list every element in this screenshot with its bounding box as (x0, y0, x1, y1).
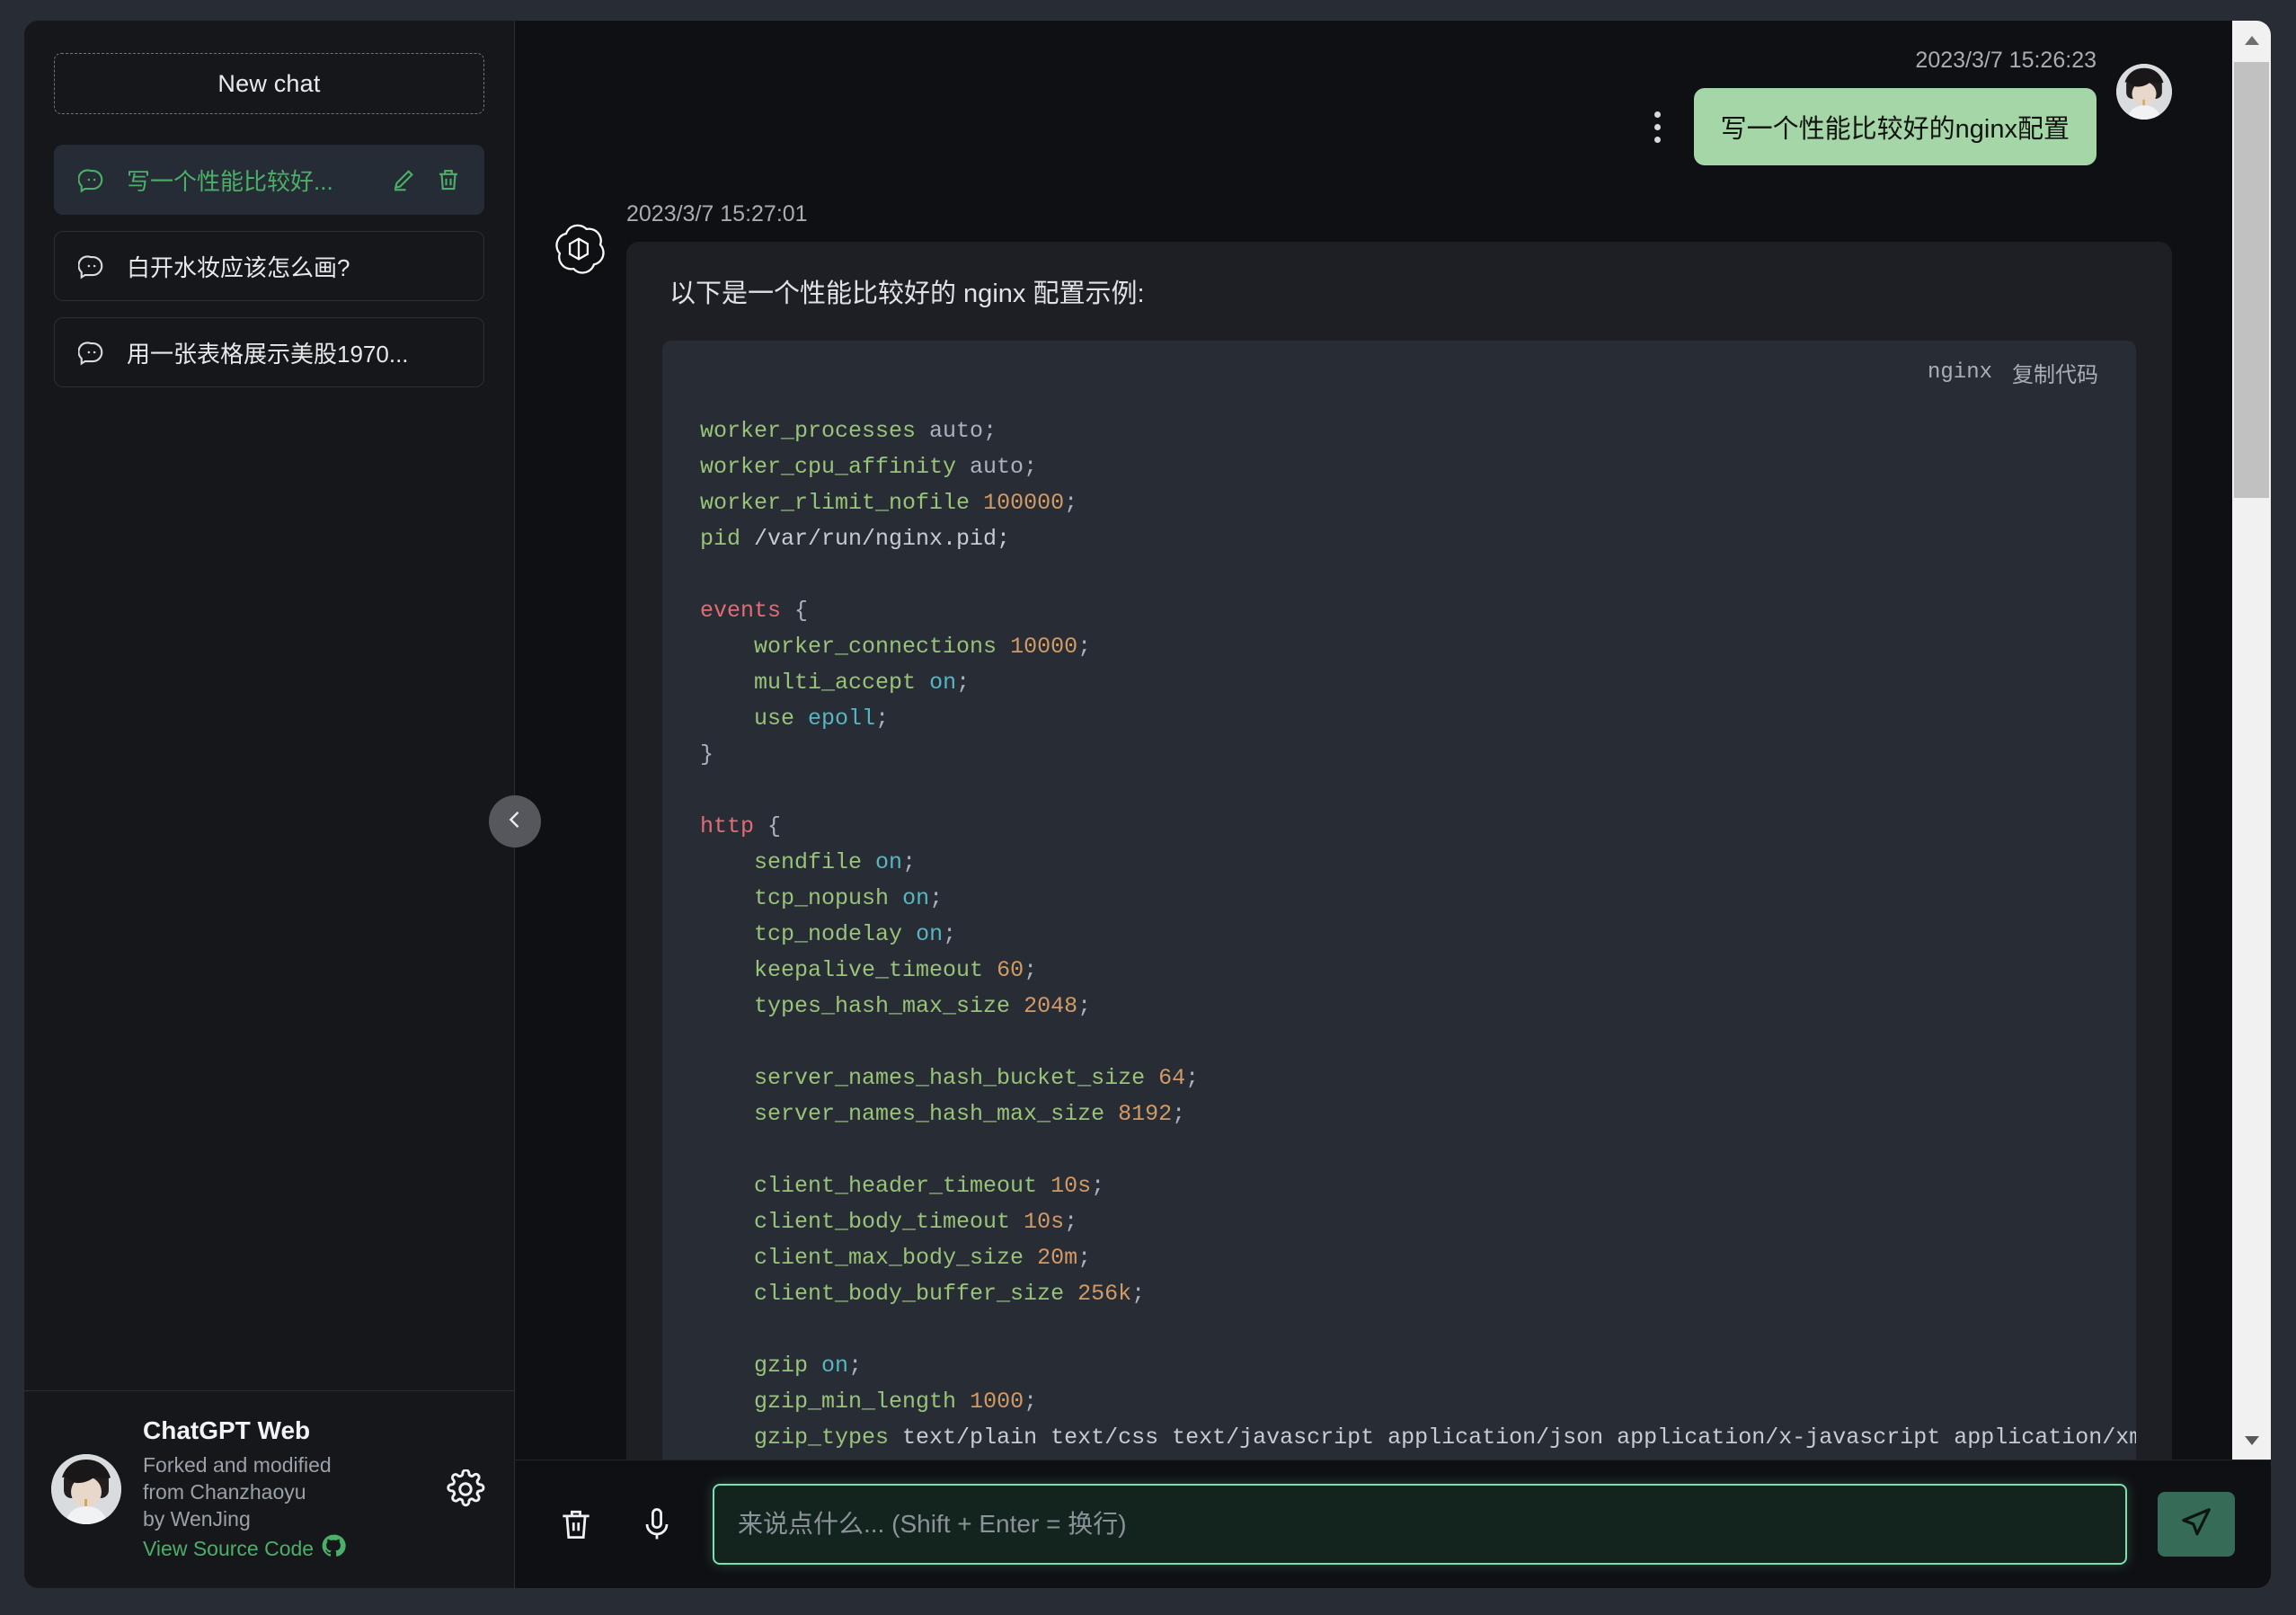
assistant-timestamp: 2023/3/7 15:27:01 (626, 201, 2172, 227)
code-line: worker_connections 10000; (700, 629, 2098, 665)
view-source-link[interactable]: View Source Code (143, 1533, 346, 1565)
app-title: ChatGPT Web (143, 1415, 422, 1448)
code-block-header: nginx 复制代码 (662, 341, 2136, 397)
trash-icon[interactable] (435, 166, 462, 193)
conversation-title: 白开水妆应该怎么画? (127, 250, 462, 283)
user-message-body: 写一个性能比较好的nginx配置 (1642, 88, 2097, 165)
github-icon (321, 1533, 346, 1565)
edit-pencil-icon[interactable] (390, 166, 417, 193)
chat-bubble-icon (76, 337, 107, 368)
code-line: client_header_timeout 10s; (700, 1168, 2098, 1204)
code-line: pid /var/run/nginx.pid; (700, 521, 2098, 557)
chat-scrollbar[interactable] (2232, 21, 2271, 1460)
code-line: sendfile on; (700, 845, 2098, 881)
scrollbar-thumb[interactable] (2234, 62, 2269, 498)
triangle-up-icon[interactable] (2232, 21, 2271, 59)
code-line (700, 1132, 2098, 1168)
conversation-item-0[interactable]: 写一个性能比较好... (54, 145, 484, 215)
conversation-item-2[interactable]: 用一张表格展示美股1970... (54, 317, 484, 387)
code-line: gzip_min_length 1000; (700, 1384, 2098, 1420)
code-line: multi_accept on; (700, 665, 2098, 701)
code-line: server_names_hash_bucket_size 64; (700, 1060, 2098, 1096)
user-timestamp: 2023/3/7 15:26:23 (1915, 48, 2097, 74)
sidebar-collapse-button[interactable] (489, 795, 541, 847)
code-line: tcp_nopush on; (700, 881, 2098, 917)
code-line (700, 1312, 2098, 1348)
user-message: 2023/3/7 15:26:23 写一个性能比较好的nginx配置 (551, 48, 2172, 165)
code-line: use epoll; (700, 701, 2098, 737)
code-line: tcp_nodelay on; (700, 917, 2098, 953)
code-line: worker_rlimit_nofile 100000; (700, 485, 2098, 521)
sidebar: New chat 写一个性能比较好... (24, 21, 515, 1588)
footer-line-2: from Chanzhaoyu (143, 1478, 422, 1505)
conversation-list: 写一个性能比较好... (54, 145, 484, 387)
code-block: nginx 复制代码 worker_processes auto;worker_… (662, 341, 2136, 1460)
gear-icon[interactable] (444, 1468, 487, 1511)
chat-bubble-icon (76, 251, 107, 281)
code-line: client_body_timeout 10s; (700, 1204, 2098, 1240)
sidebar-top: New chat 写一个性能比较好... (24, 21, 514, 1390)
chat-input-wrapper (713, 1484, 2127, 1565)
app-window: New chat 写一个性能比较好... (24, 21, 2271, 1588)
code-line: keepalive_timeout 60; (700, 953, 2098, 989)
code-line (700, 557, 2098, 593)
code-line: worker_cpu_affinity auto; (700, 449, 2098, 485)
footer-line-3: by WenJing (143, 1505, 422, 1532)
user-message-column: 2023/3/7 15:26:23 写一个性能比较好的nginx配置 (1642, 48, 2097, 165)
code-line: server_names_hash_max_size 8192; (700, 1096, 2098, 1132)
assistant-paragraph: 以下是一个性能比较好的 nginx 配置示例: (626, 272, 2172, 341)
code-line: types_hash_max_size 2048; (700, 989, 2098, 1025)
user-message-bubble: 写一个性能比较好的nginx配置 (1694, 88, 2097, 165)
chat-messages: 2023/3/7 15:26:23 写一个性能比较好的nginx配置 (515, 21, 2271, 1460)
assistant-message: 2023/3/7 15:27:01 以下是一个性能比较好的 nginx 配置示例… (551, 201, 2172, 1460)
code-line: gzip_types text/plain text/css text/java… (700, 1420, 2098, 1456)
avatar (51, 1454, 121, 1524)
main-panel: 2023/3/7 15:26:23 写一个性能比较好的nginx配置 (515, 21, 2271, 1588)
code-line: worker_processes auto; (700, 413, 2098, 449)
copy-code-button[interactable]: 复制代码 (2012, 357, 2098, 388)
code-line (700, 1025, 2098, 1060)
code-line: client_max_body_size 20m; (700, 1240, 2098, 1276)
triangle-down-icon[interactable] (2232, 1421, 2271, 1460)
conversation-item-1[interactable]: 白开水妆应该怎么画? (54, 231, 484, 301)
new-chat-label: New chat (217, 70, 320, 98)
microphone-icon[interactable] (632, 1499, 682, 1549)
conversation-title: 用一张表格展示美股1970... (127, 336, 462, 369)
code-language-label: nginx (1928, 360, 1992, 385)
assistant-column: 2023/3/7 15:27:01 以下是一个性能比较好的 nginx 配置示例… (626, 201, 2172, 1460)
conversation-title: 写一个性能比较好... (127, 164, 370, 197)
avatar (2116, 64, 2172, 120)
code-content: worker_processes auto;worker_cpu_affinit… (662, 397, 2136, 1460)
more-vertical-icon[interactable] (1642, 111, 1674, 143)
send-button[interactable] (2158, 1492, 2235, 1557)
view-source-label: View Source Code (143, 1535, 314, 1562)
code-line: } (700, 737, 2098, 773)
code-line (700, 773, 2098, 809)
chevron-left-icon (502, 807, 527, 837)
openai-logo-icon (551, 221, 607, 277)
sidebar-footer: ChatGPT Web Forked and modified from Cha… (24, 1390, 514, 1588)
footer-text: ChatGPT Web Forked and modified from Cha… (143, 1415, 422, 1565)
new-chat-button[interactable]: New chat (54, 53, 484, 114)
trash-icon[interactable] (551, 1499, 601, 1549)
conversation-actions (390, 166, 462, 193)
send-paper-plane-icon (2179, 1505, 2213, 1544)
assistant-bubble: 以下是一个性能比较好的 nginx 配置示例: nginx 复制代码 worke… (626, 242, 2172, 1460)
code-line: client_body_buffer_size 256k; (700, 1276, 2098, 1312)
code-line: http { (700, 809, 2098, 845)
code-line: events { (700, 593, 2098, 629)
composer (515, 1460, 2271, 1588)
code-line: gzip on; (700, 1348, 2098, 1384)
chat-bubble-icon (76, 164, 107, 195)
chat-input[interactable] (713, 1484, 2127, 1565)
footer-line-1: Forked and modified (143, 1451, 422, 1478)
chat-scroll-area[interactable]: 2023/3/7 15:26:23 写一个性能比较好的nginx配置 (515, 21, 2271, 1460)
